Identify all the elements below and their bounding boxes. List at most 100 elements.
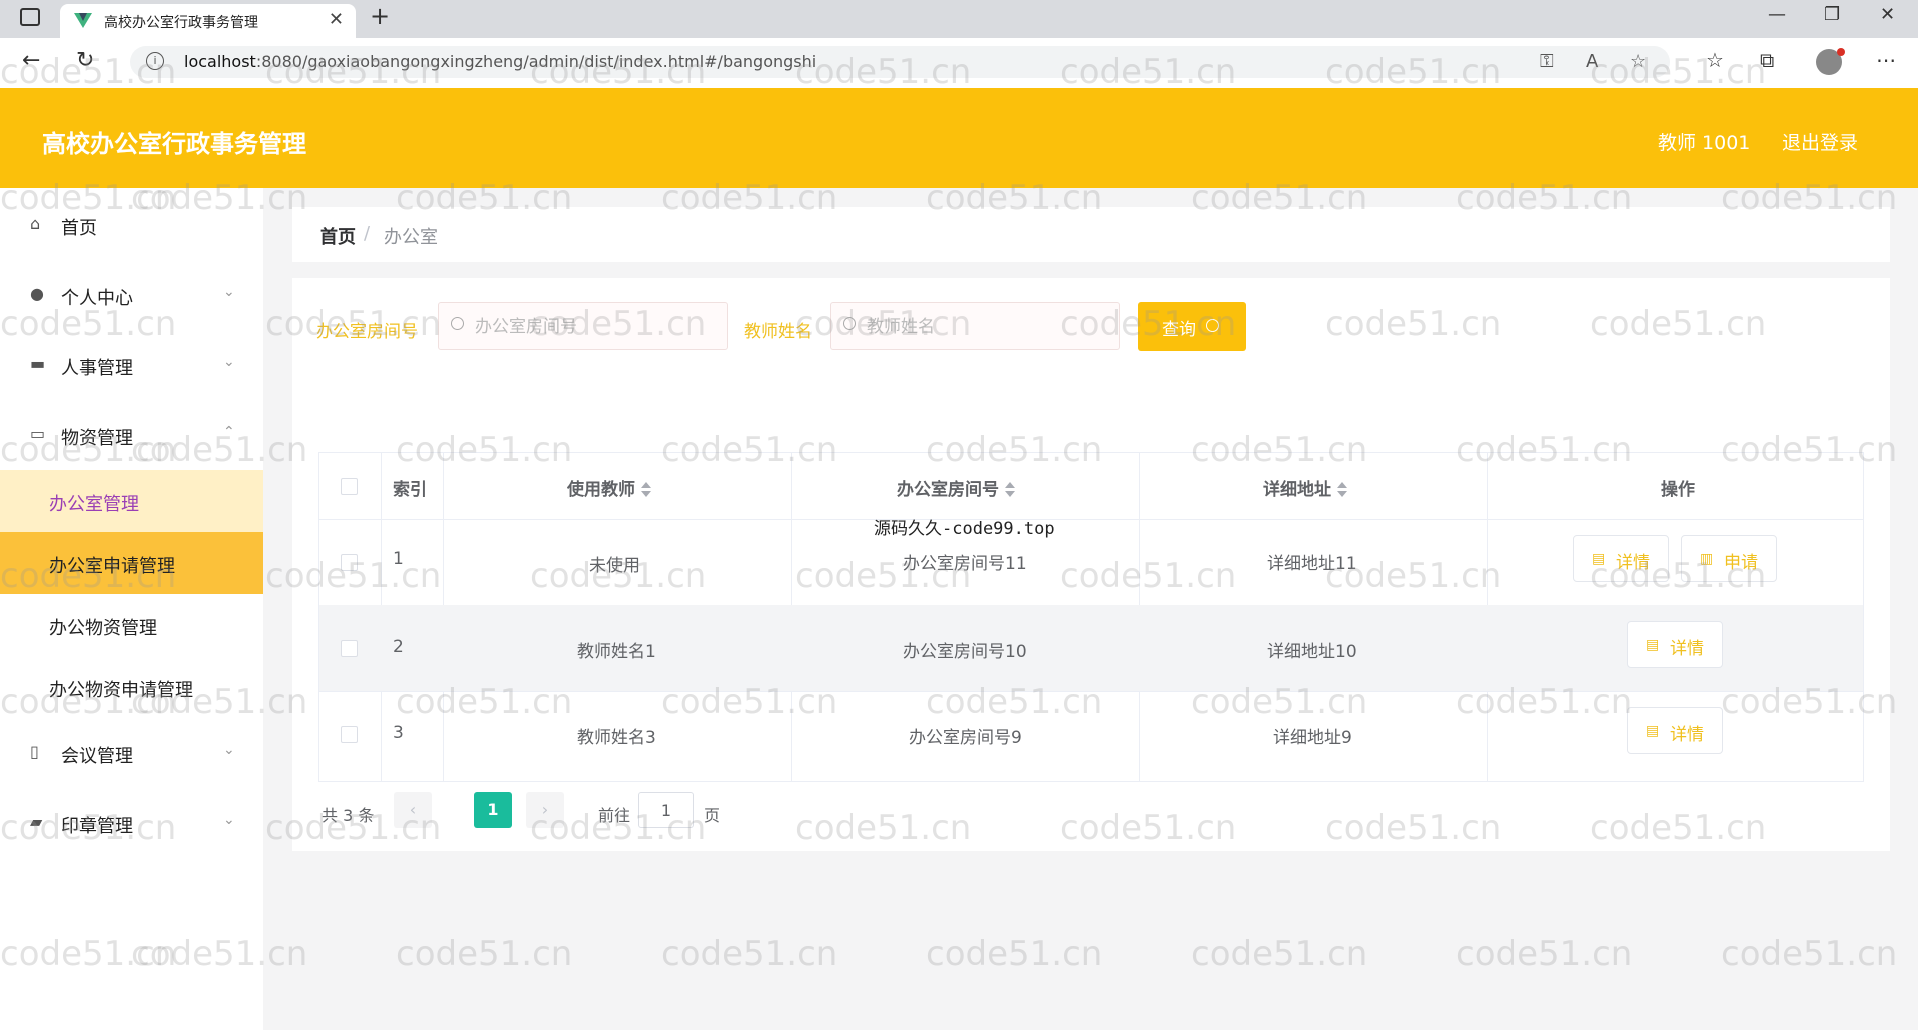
office-table: 索引 使用教师 办公室房间号 详细地址 操作 1 未使用 办公室房间号11 详细… [318,452,1864,782]
collections-icon[interactable]: ⧉ [1760,48,1774,72]
restore-icon[interactable]: ❐ [1824,4,1840,25]
row-checkbox[interactable] [341,726,358,743]
room-search-field[interactable] [438,302,728,351]
search-icon [843,317,856,330]
home-icon: ⌂ [30,214,41,233]
favorite-star-icon[interactable]: ☆ [1630,51,1646,72]
browser-tab-bar: 高校办公室行政事务管理 ✕ + — ❐ ✕ [0,0,1918,38]
main-card: 办公室房间号 教师姓名 查询 索引 使用教师 办公室房间号 详细地址 操作 1 … [292,278,1890,851]
prev-page-button[interactable]: ‹ [394,792,432,828]
sidebar-item-meetings[interactable]: ▯ 会议管理 ⌄ [0,722,263,784]
sidebar-item-personnel[interactable]: ▬ 人事管理 ⌄ [0,334,263,396]
url-field[interactable]: i localhost:8080/gaoxiaobangongxingzheng… [130,46,1670,78]
column-header-address[interactable]: 详细地址 [1263,475,1347,500]
query-button[interactable]: 查询 [1138,302,1246,351]
goto-page-input[interactable] [638,792,694,828]
room-search-input[interactable] [473,303,717,351]
cell-index: 2 [393,637,404,657]
breadcrumb-current: 办公室 [384,227,438,248]
cell-index: 1 [393,549,404,569]
document-icon: ▤ [1592,551,1606,567]
window-close-icon[interactable]: ✕ [1880,4,1895,25]
logout-link[interactable]: 退出登录 [1782,128,1858,155]
sidebar-item-home[interactable]: ⌂ 首页 [0,194,263,256]
cell-index: 3 [393,723,404,743]
cell-teacher: 教师姓名1 [577,642,656,662]
search-icon [1206,319,1219,332]
refresh-icon[interactable]: ↻ [76,48,94,73]
chevron-down-icon: ⌄ [223,812,235,828]
cell-address: 详细地址9 [1273,728,1352,748]
user-icon: ● [30,284,44,303]
address-bar: ← ↻ i localhost:8080/gaoxiaobangongxingz… [0,38,1918,89]
chevron-up-icon: ⌃ [223,424,235,440]
sidebar-item-materials[interactable]: ▭ 物资管理 ⌃ [0,404,263,466]
site-info-icon[interactable]: i [146,52,164,70]
tab-title: 高校办公室行政事务管理 [104,15,258,31]
watermark-text: code51.cn [1721,934,1898,974]
url-host: localhost [184,52,256,71]
app-title: 高校办公室行政事务管理 [42,130,306,158]
document-icon: ▤ [1646,723,1660,739]
row-checkbox[interactable] [341,554,358,571]
sort-icon[interactable] [1005,482,1015,498]
row-checkbox[interactable] [341,640,358,657]
pagination-total: 共 3 条 [322,806,375,825]
column-header-teacher[interactable]: 使用教师 [567,475,651,500]
sidebar-item-seals[interactable]: ▰ 印章管理 ⌄ [0,792,263,854]
current-user: 教师 1001 [1658,132,1751,154]
sidebar-subitem-office-apply[interactable]: 办公室申请管理 [0,532,263,594]
cell-address: 详细地址10 [1267,642,1357,662]
page-number-current[interactable]: 1 [474,792,512,828]
column-header-index: 索引 [393,480,427,500]
table-row: 2 教师姓名1 办公室房间号10 详细地址10 ▤ 详情 [319,605,1863,692]
sidebar-subitem-supplies-apply[interactable]: 办公物资申请管理 [0,656,263,718]
key-icon[interactable]: ⚿ [1540,51,1554,72]
read-aloud-icon[interactable]: A [1586,51,1598,72]
chevron-down-icon: ⌄ [223,742,235,758]
column-header-room[interactable]: 办公室房间号 [897,475,1015,500]
cell-teacher: 教师姓名3 [577,728,656,748]
profile-avatar[interactable] [1816,48,1845,75]
favorites-icon[interactable]: ☆ [1706,48,1724,72]
app-header: 高校办公室行政事务管理 教师 1001 退出登录 [0,88,1918,188]
back-icon[interactable]: ← [22,48,40,73]
select-all-checkbox[interactable] [341,478,358,495]
minimize-icon[interactable]: — [1768,4,1786,25]
vue-logo-icon [74,13,92,28]
url-path: :8080/gaoxiaobangongxingzheng/admin/dist… [255,52,817,71]
cell-room: 办公室房间号10 [903,642,1027,662]
column-header-ops: 操作 [1661,480,1695,500]
breadcrumb-home[interactable]: 首页 [320,223,356,249]
browser-tab[interactable]: 高校办公室行政事务管理 ✕ [60,4,356,38]
teacher-search-input[interactable] [865,303,1109,351]
pagination: 共 3 条 ‹ 1 › 前往 页 [322,792,922,832]
breadcrumb-separator: / [364,223,371,244]
new-tab-icon[interactable]: + [370,2,390,30]
next-page-button[interactable]: › [526,792,564,828]
source-watermark-text: 源码久久-code99.top [874,519,1055,539]
sort-icon[interactable] [641,482,651,498]
detail-button[interactable]: ▤ 详情 [1573,535,1669,582]
detail-button[interactable]: ▤ 详情 [1627,707,1723,754]
sidebar-item-personal-center[interactable]: ● 个人中心 ⌄ [0,264,263,326]
table-row: 1 未使用 办公室房间号11 详细地址11 ▤ 详情 ▥ 申请 [319,519,1863,606]
table-header: 索引 使用教师 办公室房间号 详细地址 操作 [319,453,1863,520]
watermark-text: code51.cn [1191,934,1368,974]
sidebar-toggle-icon[interactable] [20,8,40,26]
document-icon: ▤ [1646,637,1660,653]
apply-button[interactable]: ▥ 申请 [1681,535,1777,582]
sidebar: ⌂ 首页 ● 个人中心 ⌄ ▬ 人事管理 ⌄ ▭ 物资管理 ⌃ 办公室管理 办公… [0,188,263,1030]
tab-close-icon[interactable]: ✕ [329,9,344,30]
sort-icon[interactable] [1337,482,1347,498]
inventory-icon: ▭ [30,424,46,443]
room-search-label: 办公室房间号 [316,322,418,342]
goto-label: 前往 [598,806,631,825]
teacher-search-field[interactable] [830,302,1120,351]
page-suffix: 页 [704,806,721,825]
detail-button[interactable]: ▤ 详情 [1627,621,1723,668]
sidebar-subitem-office[interactable]: 办公室管理 [0,470,263,532]
more-icon[interactable]: ⋯ [1876,48,1896,72]
briefcase-icon: ▬ [30,354,46,373]
sidebar-subitem-supplies[interactable]: 办公物资管理 [0,594,263,656]
